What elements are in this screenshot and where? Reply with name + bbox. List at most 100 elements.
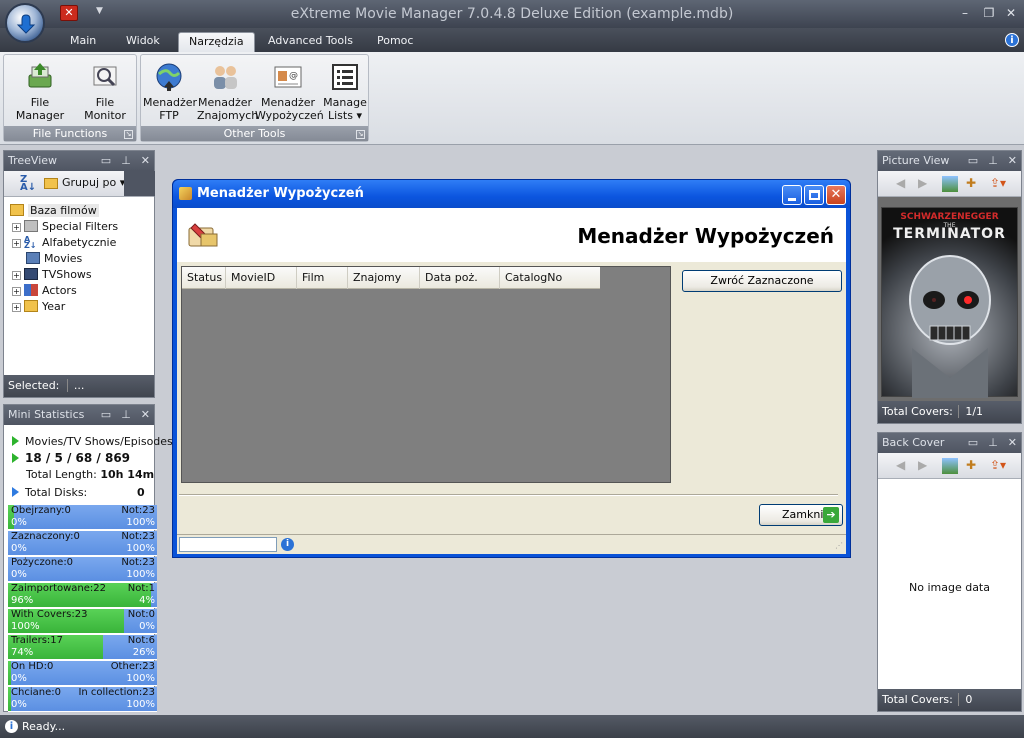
tree-item-year[interactable]: + Year xyxy=(12,299,65,315)
panel-close-icon[interactable]: ✕ xyxy=(1008,436,1017,449)
tab-main[interactable]: Main xyxy=(60,32,106,52)
stat-left-percent: 96% xyxy=(11,595,34,606)
total-disks: Total Disks: xyxy=(12,486,87,499)
previous-icon[interactable]: ◀ xyxy=(896,458,905,474)
stat-left-percent: 100% xyxy=(11,621,40,632)
pin-icon[interactable]: ⊥ xyxy=(988,436,998,449)
panel-close-icon[interactable]: ✕ xyxy=(1008,154,1017,167)
loans-grid[interactable]: Status MovieID Film Znajomy Data poż. Ca… xyxy=(181,266,671,483)
database-icon xyxy=(10,204,24,216)
group-launcher-icon[interactable]: ↘ xyxy=(356,130,365,139)
manage-lists-label-2: Lists ▾ xyxy=(328,109,362,122)
total-length-value: 10h 14m xyxy=(100,468,155,481)
close-dialog-label: Zamknij xyxy=(782,508,827,521)
tab-widok[interactable]: Widok xyxy=(116,32,170,52)
manage-lists-button[interactable]: Manage Lists ▾ xyxy=(322,61,368,122)
back-cover-title: Back Cover xyxy=(882,436,945,449)
dialog-title-bar[interactable]: Menadżer Wypożyczeń xyxy=(173,180,850,208)
dialog-maximize-button[interactable] xyxy=(804,185,824,205)
stat-left-label: Zaznaczony:0 xyxy=(11,531,80,542)
expand-icon[interactable]: + xyxy=(12,287,21,296)
export-icon[interactable]: ⇪▾ xyxy=(990,176,1006,192)
tree-item-actors[interactable]: + Actors xyxy=(12,283,77,299)
contact-card-icon: @ xyxy=(271,61,305,93)
info-icon[interactable]: i xyxy=(1005,33,1019,47)
ribbon-group-label: Other Tools xyxy=(141,126,368,141)
ftp-manager-label-1: Menadżer xyxy=(143,96,198,109)
tree-root[interactable]: Baza filmów xyxy=(10,203,99,219)
group-by-dropdown[interactable]: Grupuj po ▾ xyxy=(62,176,125,192)
panel-close-icon[interactable]: ✕ xyxy=(141,154,150,167)
float-icon[interactable]: ▭ xyxy=(968,154,978,167)
expand-icon[interactable]: + xyxy=(12,303,21,312)
sort-az-icon[interactable]: Z A↓ xyxy=(20,175,36,193)
tab-narzedzia[interactable]: Narzędzia xyxy=(178,32,255,52)
tab-advanced-tools[interactable]: Advanced Tools xyxy=(258,32,363,52)
next-icon[interactable]: ▶ xyxy=(918,176,927,192)
file-manager-button[interactable]: File Manager xyxy=(8,61,72,122)
tree-item-special-filters[interactable]: + Special Filters xyxy=(12,219,118,235)
tree-item-movies[interactable]: Movies xyxy=(26,251,82,267)
cover-actor: SCHWARZENEGGER xyxy=(900,212,999,222)
dialog-info-icon[interactable]: i xyxy=(281,538,294,551)
column-header-movieid[interactable]: MovieID xyxy=(226,267,297,289)
expand-icon[interactable]: + xyxy=(12,223,21,232)
tree-item-tvshows[interactable]: + TVShows xyxy=(12,267,92,283)
return-selected-button[interactable]: Zwróć Zaznaczone xyxy=(682,270,842,292)
float-icon[interactable]: ▭ xyxy=(968,436,978,449)
filter-icon xyxy=(24,220,38,232)
stats-counts-value: 18 / 5 / 68 / 869 xyxy=(25,451,131,465)
close-dialog-button[interactable]: Zamknij ➔ xyxy=(759,504,843,526)
restore-button[interactable]: ❐ xyxy=(980,5,998,21)
stat-right-label: Not:0 xyxy=(127,609,155,620)
panel-close-icon[interactable]: ✕ xyxy=(141,408,150,421)
picture-view-panel: Picture View ▭ ⊥ ✕ ◀ ▶ ✚ ⇪▾ SCHWARZENEGGER… xyxy=(877,150,1022,424)
image-icon[interactable] xyxy=(942,458,958,474)
image-icon[interactable] xyxy=(942,176,958,192)
column-header-status[interactable]: Status xyxy=(182,267,226,289)
resize-grip-icon[interactable]: ⋰ xyxy=(835,541,843,550)
column-header-film[interactable]: Film xyxy=(297,267,348,289)
loans-manager-button[interactable]: @ Menadżer Wypożyczeń xyxy=(255,61,324,122)
column-header-data-poz[interactable]: Data poż. xyxy=(420,267,500,289)
picture-view-title: Picture View xyxy=(882,154,950,167)
pin-icon[interactable]: ⊥ xyxy=(121,408,131,421)
minimize-button[interactable]: – xyxy=(956,5,974,21)
expand-icon[interactable]: + xyxy=(12,271,21,280)
dialog-minimize-button[interactable] xyxy=(782,185,802,205)
stat-right-label: Other:23 xyxy=(110,661,155,672)
export-icon[interactable]: ⇪▾ xyxy=(990,458,1006,474)
add-image-icon[interactable]: ✚ xyxy=(966,458,976,474)
stats-header: Movies/TV Shows/Episodes xyxy=(12,435,173,448)
pin-icon[interactable]: ⊥ xyxy=(988,154,998,167)
expand-icon[interactable]: + xyxy=(12,239,21,248)
dialog-body: Menadżer Wypożyczeń Status MovieID Film … xyxy=(177,208,846,554)
film-icon xyxy=(26,252,40,264)
float-icon[interactable]: ▭ xyxy=(101,408,111,421)
play-icon xyxy=(12,436,19,446)
column-header-znajomy[interactable]: Znajomy xyxy=(348,267,420,289)
stat-left-label: On HD:0 xyxy=(11,661,54,672)
ftp-manager-button[interactable]: Menadżer FTP xyxy=(143,61,198,122)
app-menu-button[interactable] xyxy=(5,3,45,43)
group-launcher-icon[interactable]: ↘ xyxy=(124,130,133,139)
float-icon[interactable]: ▭ xyxy=(101,154,111,167)
file-monitor-button[interactable]: File Monitor xyxy=(74,61,136,122)
tab-pomoc[interactable]: Pomoc xyxy=(367,32,423,52)
tree-item-alfabetycznie[interactable]: + A Z↓ Alfabetycznie xyxy=(12,235,116,251)
previous-icon[interactable]: ◀ xyxy=(896,176,905,192)
picture-view-footer: Total Covers: 1/1 xyxy=(878,401,1021,423)
close-button[interactable]: ✕ xyxy=(1002,5,1020,21)
friends-manager-button[interactable]: Menadżer Znajomych xyxy=(197,61,258,122)
file-monitor-icon xyxy=(88,61,122,93)
actors-icon xyxy=(24,284,38,296)
mini-statistics-panel: Mini Statistics ▭ ⊥ ✕ Movies/TV Shows/Epis… xyxy=(3,404,173,712)
add-image-icon[interactable]: ✚ xyxy=(966,176,976,192)
total-covers-value: 0 xyxy=(958,693,973,706)
next-icon[interactable]: ▶ xyxy=(918,458,927,474)
pin-icon[interactable]: ⊥ xyxy=(121,154,131,167)
friends-manager-label-1: Menadżer xyxy=(197,96,253,109)
tree-item-label: Alfabetycznie xyxy=(42,236,117,249)
dialog-close-button[interactable]: ✕ xyxy=(826,185,846,205)
column-header-catalogno[interactable]: CatalogNo xyxy=(500,267,600,289)
